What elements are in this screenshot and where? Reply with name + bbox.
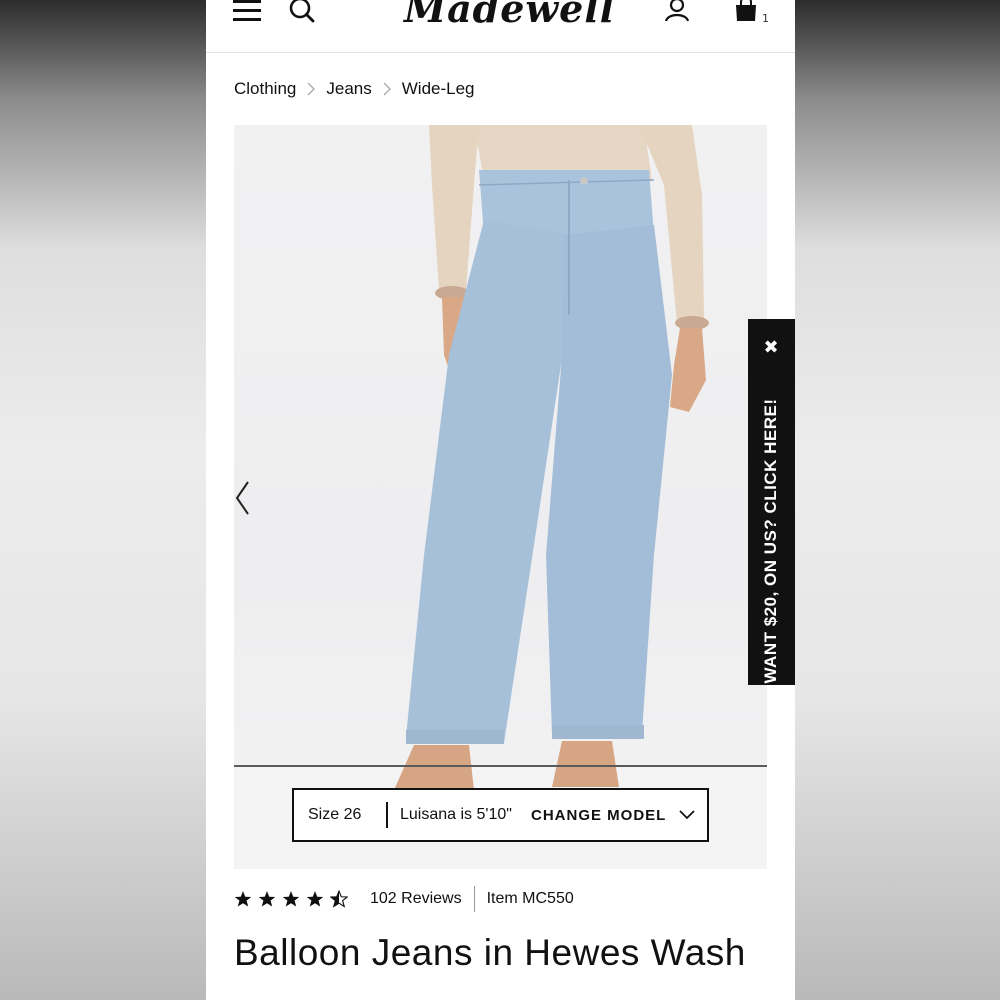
star-half-icon (330, 890, 348, 908)
rating-row: 102 Reviews Item MC550 (234, 884, 574, 914)
model-selector[interactable]: Size 26 Luisana is 5'10" CHANGE MODEL (292, 788, 709, 842)
site-header: Madewell 1 (206, 0, 795, 53)
chevron-left-icon[interactable] (234, 480, 250, 516)
close-icon[interactable]: ✖ (762, 339, 780, 357)
star-icon (306, 891, 324, 907)
promo-text[interactable]: WANT $20, ON US? CLICK HERE! (761, 398, 781, 683)
breadcrumb: Clothing Jeans Wide-Leg (234, 78, 475, 100)
background-right (795, 0, 1000, 1000)
background-left (0, 0, 206, 1000)
account-icon[interactable] (664, 0, 690, 24)
product-title: Balloon Jeans in Hewes Wash (234, 932, 746, 973)
bag-icon[interactable] (734, 0, 758, 24)
divider (386, 802, 388, 828)
model-photo (234, 125, 767, 869)
product-image[interactable] (234, 125, 767, 869)
floor-line (234, 765, 767, 767)
search-icon[interactable] (288, 0, 316, 24)
breadcrumb-item-clothing[interactable]: Clothing (234, 79, 296, 99)
divider (473, 886, 475, 912)
model-height: Luisana is 5'10" (400, 806, 512, 823)
brand-logo[interactable]: Madewell (404, 0, 614, 36)
change-model-button[interactable]: CHANGE MODEL (531, 807, 666, 824)
breadcrumb-item-wide-leg[interactable]: Wide-Leg (402, 79, 475, 99)
star-rating[interactable] (234, 890, 348, 908)
star-icon (258, 891, 276, 907)
model-size: Size 26 (308, 806, 362, 823)
bag-count: 1 (762, 12, 769, 25)
chevron-down-icon[interactable] (678, 809, 696, 821)
breadcrumb-item-jeans[interactable]: Jeans (326, 79, 371, 99)
item-number: Item MC550 (486, 890, 574, 907)
reviews-link[interactable]: 102 Reviews (370, 890, 462, 908)
menu-icon[interactable] (233, 0, 263, 22)
star-icon (282, 891, 300, 907)
chevron-right-icon (296, 82, 326, 96)
chevron-right-icon (372, 82, 402, 96)
product-page: Madewell 1 Clothing Jeans Wide-Leg Size … (206, 0, 795, 1000)
star-icon (234, 891, 252, 907)
promo-tab[interactable]: ✖ WANT $20, ON US? CLICK HERE! (748, 319, 795, 685)
